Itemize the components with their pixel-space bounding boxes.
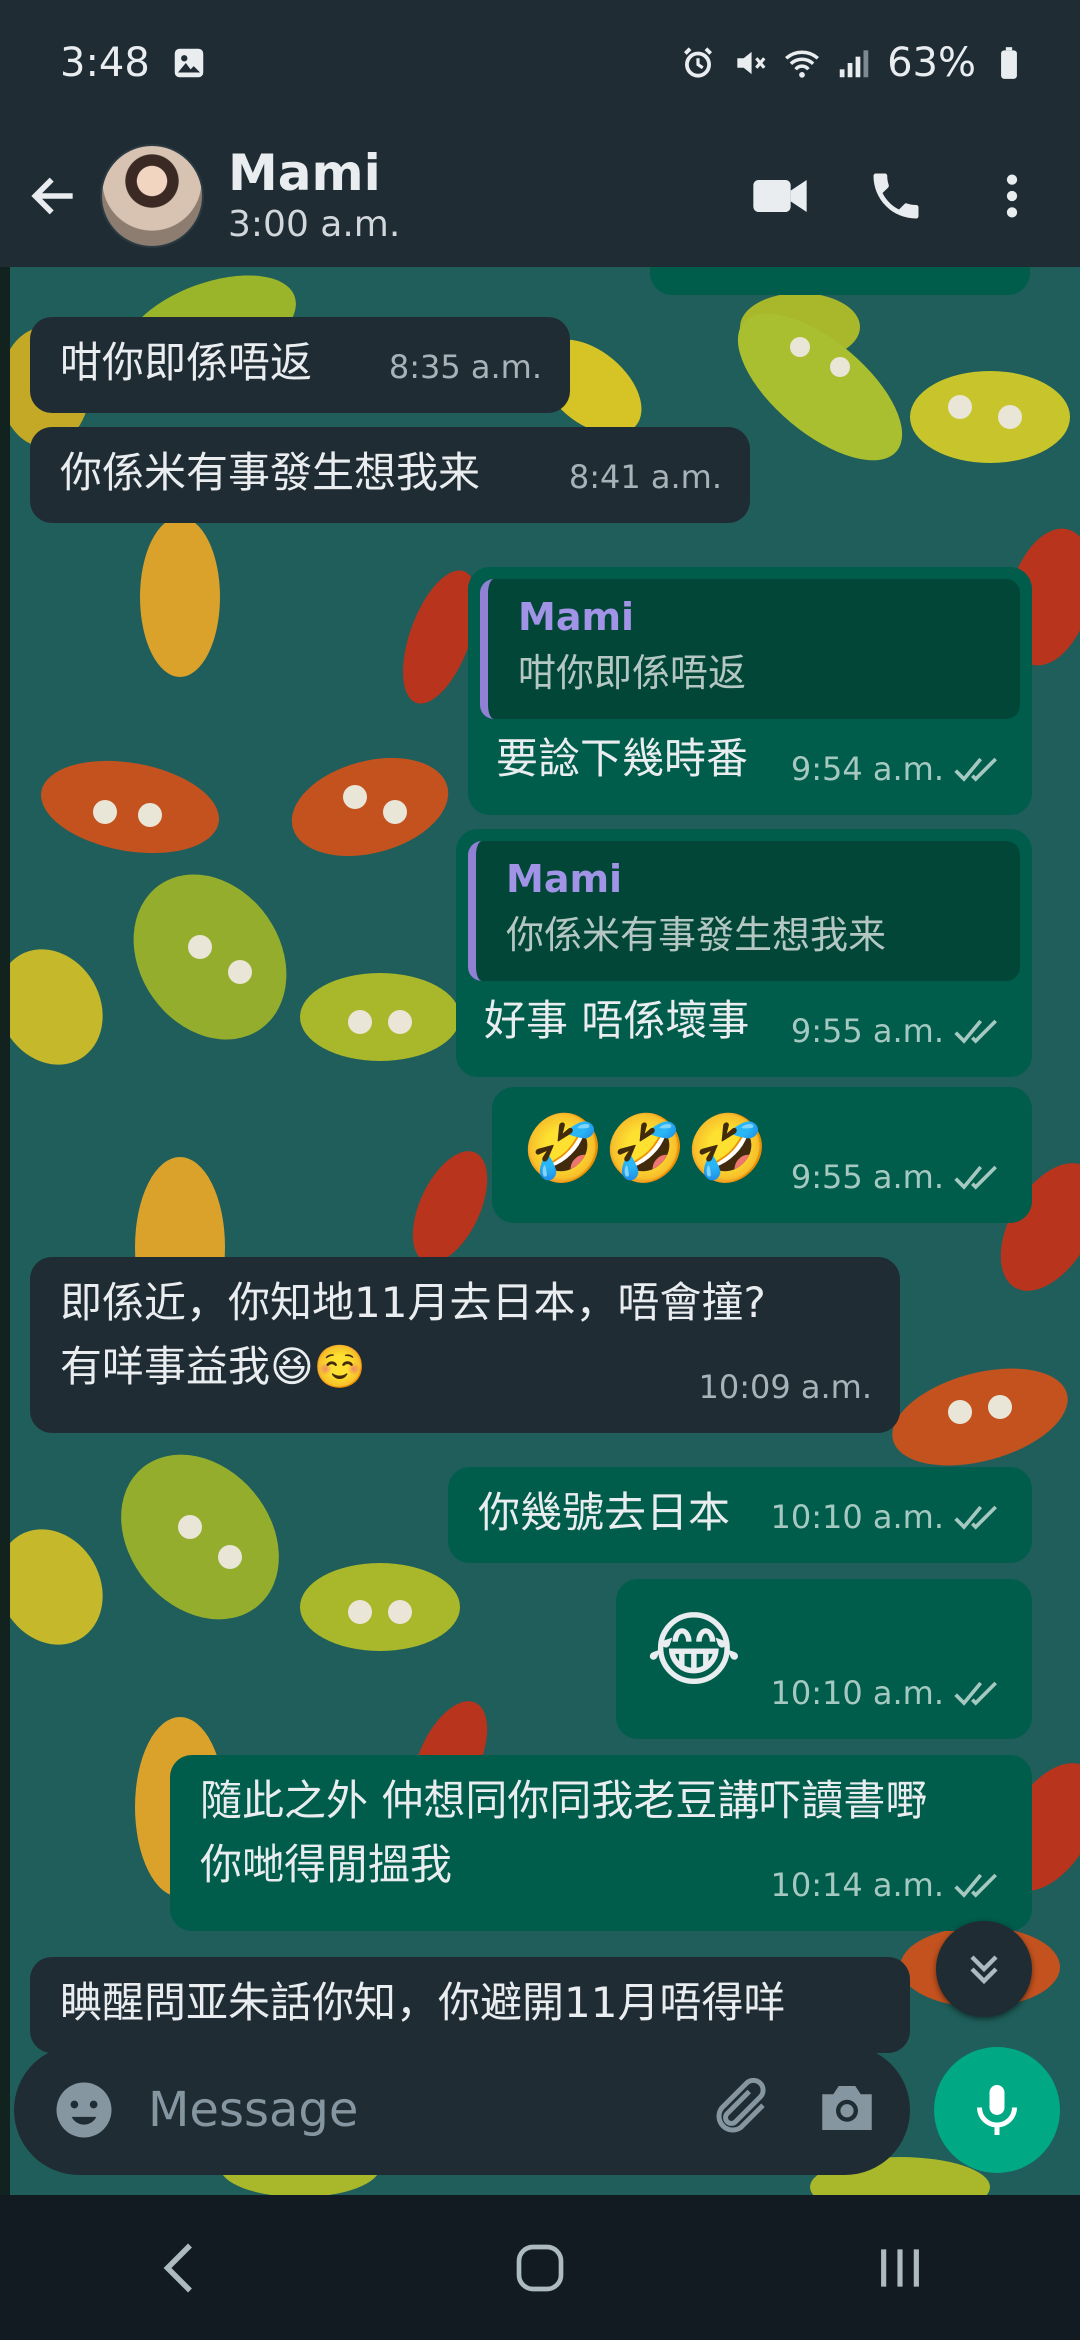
phone-icon [873,173,919,219]
nav-home-button[interactable] [480,2218,600,2318]
message-time-wrap: 9:54 a.m. [791,737,1004,801]
mute-icon [737,51,766,74]
emoji-button[interactable] [44,2070,124,2150]
more-vertical-icon [1006,174,1018,218]
double-check-icon [954,1873,997,1898]
status-time: 3:48 [60,39,150,86]
camera-icon [822,2086,872,2130]
double-check-icon [954,1165,997,1190]
voice-message-button[interactable] [934,2047,1060,2173]
chat-edge [0,267,10,2195]
arrow-left-icon [31,177,73,215]
contact-name: Mami [228,144,381,202]
message-text-line1: 隨此之外 仲想同你同我老豆講吓讀書嘢 [200,1776,928,1825]
wifi-icon [785,50,820,78]
nav-recents-button[interactable] [840,2218,960,2318]
message-placeholder: Message [148,2082,359,2138]
quoted-text: 咁你即係唔返 [518,651,747,695]
quoted-sender: Mami [506,857,623,901]
contact-info[interactable]: Mami 3:00 a.m. [228,144,400,248]
message-text-line1: 即係近，你知地11月去日本，唔會撞? [60,1278,766,1327]
message-bubble-incoming[interactable]: 即係近，你知地11月去日本，唔會撞? 有咩事益我😆☺️ 10:09 a.m. [30,1257,900,1433]
chevron-left-icon [163,2243,192,2292]
message-text: 睓醒問亚朱話你知，你避開11月唔得咩 [60,1978,786,2027]
message-time-wrap: 10:10 a.m. [770,1661,1004,1725]
message-bubble-outgoing[interactable]: 你幾號去日本 10:10 a.m. [448,1467,1032,1563]
double-check-icon [954,1019,997,1044]
gallery-notification-icon [174,48,204,77]
double-chevron-down-icon [970,1955,998,1985]
quoted-sender: Mami [518,595,635,639]
message-time: 10:09 a.m. [698,1368,872,1406]
smiley-icon [56,2082,112,2138]
message-time: 9:54 a.m. [790,750,944,788]
message-text: 要諗下幾時番 [496,734,749,783]
voice-call-button[interactable] [858,158,934,234]
chat-header: Mami 3:00 a.m. [0,125,1080,267]
battery-percent: 63% [887,39,976,86]
double-check-icon [954,1505,997,1530]
message-time: 8:41 a.m. [568,458,722,496]
message-time: 10:10 a.m. [770,1498,944,1536]
paperclip-icon [716,2077,766,2133]
quoted-text: 你係米有事發生想我来 [506,913,887,957]
message-time: 9:55 a.m. [790,1158,944,1196]
message-time: 10:10 a.m. [770,1674,944,1712]
message-list[interactable]: 咁你即係唔返 8:35 a.m. 你係米有事發生想我来 8:41 a.m. Ma… [0,267,1080,2195]
message-time-wrap: 10:10 a.m. [770,1485,1004,1549]
quoted-message[interactable]: Mami 你係米有事發生想我来 [468,841,1020,981]
double-check-icon [954,757,997,782]
video-call-button[interactable] [742,158,818,234]
nav-back-button[interactable] [120,2218,240,2318]
message-time: 8:35 a.m. [388,348,542,386]
message-input[interactable]: Message [14,2045,910,2175]
message-bubble-outgoing[interactable]: 😂 10:10 a.m. [616,1579,1032,1739]
attach-button[interactable] [708,2075,774,2145]
message-time: 10:14 a.m. [770,1866,944,1904]
last-seen: 3:00 a.m. [228,204,401,245]
message-time-wrap: 9:55 a.m. [791,1145,1004,1209]
home-square-icon [516,2244,564,2291]
message-bubble-partial[interactable] [650,267,1030,295]
whatsapp-chat-screen: 3:48 63% Mami 3:00 a.m. 咁你即係唔返 8:35 a.m.… [0,0,1080,2340]
message-text: 你係米有事發生想我来 [60,448,481,497]
recents-icon [881,2248,919,2287]
battery-icon [1001,46,1017,79]
back-button[interactable] [18,160,90,232]
message-composer: Message [0,2035,1080,2195]
microphone-icon [977,2085,1017,2135]
message-time: 9:55 a.m. [790,1012,944,1050]
camera-button[interactable] [814,2075,880,2145]
video-camera-icon [753,180,807,212]
message-time-wrap: 9:55 a.m. [791,999,1004,1063]
double-check-icon [954,1681,997,1706]
alarm-icon [684,46,713,78]
signal-icon [839,49,869,77]
quoted-message[interactable]: Mami 咁你即係唔返 [480,579,1020,719]
message-text: 咁你即係唔返 [60,338,313,387]
message-bubble-outgoing[interactable]: Mami 咁你即係唔返 要諗下幾時番 9:54 a.m. [468,567,1032,815]
message-text: 你幾號去日本 [478,1488,731,1537]
contact-avatar[interactable] [100,144,204,248]
message-time-wrap: 10:14 a.m. [770,1853,1004,1917]
message-emoji: 😂 [646,1603,742,1698]
more-options-button[interactable] [974,158,1050,234]
message-bubble-incoming[interactable]: 咁你即係唔返 8:35 a.m. [30,317,570,413]
message-emoji: 🤣🤣🤣 [522,1110,769,1187]
message-text: 好事 唔係壞事 [484,996,750,1045]
status-bar: 3:48 63% [0,0,1080,125]
scroll-to-bottom-button[interactable] [936,1921,1032,2017]
system-nav-bar [0,2195,1080,2340]
message-bubble-outgoing[interactable]: Mami 你係米有事發生想我来 好事 唔係壞事 9:55 a.m. [456,829,1032,1077]
message-bubble-incoming[interactable]: 你係米有事發生想我来 8:41 a.m. [30,427,750,523]
message-bubble-outgoing[interactable]: 隨此之外 仲想同你同我老豆講吓讀書嘢 你哋得閒搵我 10:14 a.m. [170,1755,1032,1931]
message-bubble-outgoing[interactable]: 🤣🤣🤣 9:55 a.m. [492,1087,1032,1223]
